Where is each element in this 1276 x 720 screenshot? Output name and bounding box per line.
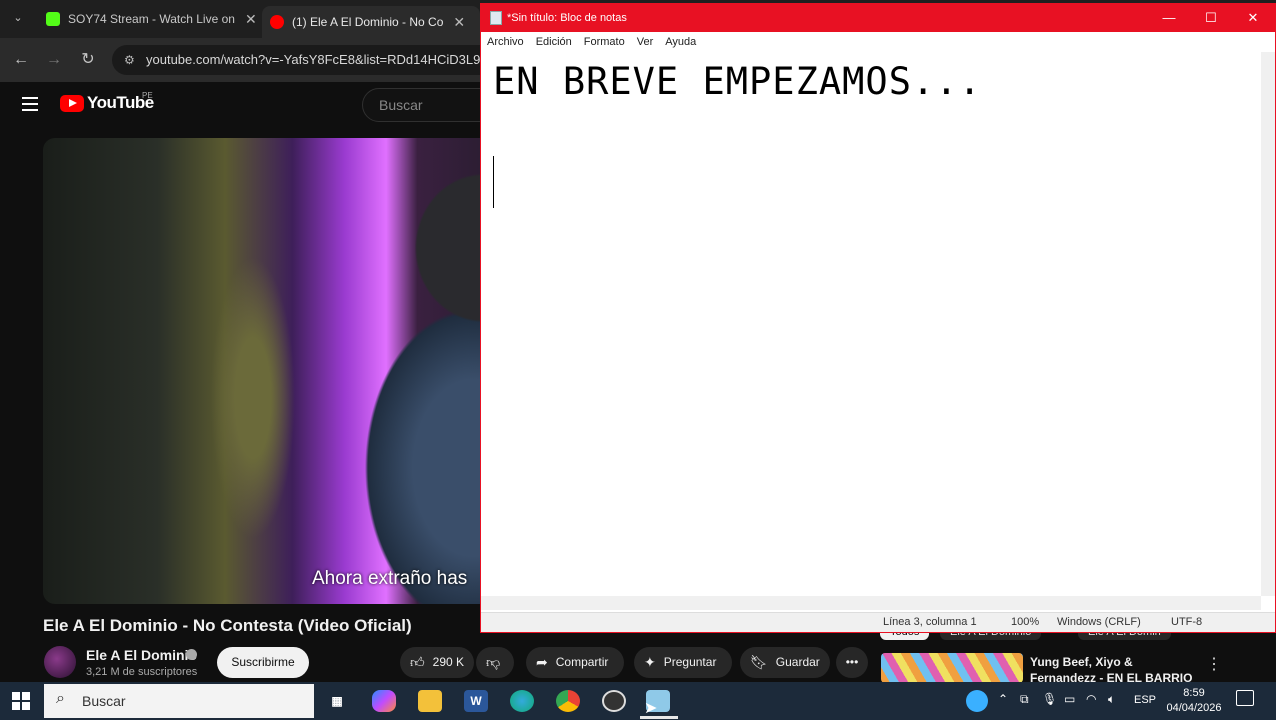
- ask-button[interactable]: ✦ Preguntar: [634, 647, 732, 678]
- youtube-region-code: PE: [142, 91, 153, 100]
- notepad-content: EN BREVE EMPEZAMOS...: [493, 60, 982, 103]
- subscribe-button[interactable]: Suscribirme: [217, 647, 309, 678]
- site-info-icon[interactable]: ⚙: [124, 45, 135, 75]
- language-indicator[interactable]: ESP: [1134, 694, 1156, 706]
- notepad-window: *Sin título: Bloc de notas — ☐ ✕ Archivo…: [480, 3, 1276, 633]
- kick-favicon-icon: [46, 12, 60, 26]
- task-view-icon[interactable]: ▦: [325, 690, 349, 712]
- tab-youtube-label: (1) Ele A El Dominio - No Co: [292, 15, 444, 29]
- microphone-icon[interactable]: 🎙︎: [1042, 692, 1057, 706]
- status-zoom: 100%: [1011, 616, 1040, 628]
- menu-edicion[interactable]: Edición: [536, 32, 572, 52]
- menu-ayuda[interactable]: Ayuda: [665, 32, 696, 52]
- more-dots-icon: •••: [845, 655, 859, 669]
- notifications-icon[interactable]: [1236, 690, 1254, 706]
- channel-name[interactable]: Ele A El Dominio: [86, 647, 197, 663]
- wifi-icon[interactable]: ◠: [1086, 692, 1096, 706]
- vertical-scrollbar[interactable]: [1261, 52, 1275, 596]
- tab-soy74[interactable]: SOY74 Stream - Watch Live on ✕: [38, 6, 258, 32]
- volume-icon[interactable]: 🔈︎: [1108, 692, 1115, 707]
- notepad-text-area[interactable]: [481, 52, 1261, 596]
- chevron-up-icon[interactable]: ⌃: [998, 692, 1008, 706]
- save-button[interactable]: 🔖︎ Guardar: [740, 647, 830, 678]
- address-text: youtube.com/watch?v=-YafsY8FcE8&list=RDd…: [146, 52, 481, 67]
- thumbs-down-icon: 👎︎: [486, 654, 501, 670]
- edge-icon[interactable]: [510, 690, 534, 712]
- mouse-cursor-icon: ➤: [644, 700, 658, 717]
- menu-archivo[interactable]: Archivo: [487, 32, 524, 52]
- tab-soy74-label: SOY74 Stream - Watch Live on: [68, 12, 235, 26]
- menu-ver[interactable]: Ver: [637, 32, 654, 52]
- taskbar-clock[interactable]: 8:59 04/04/2026: [1162, 686, 1226, 716]
- tab-search-chevron-icon[interactable]: ⌄: [8, 8, 28, 28]
- kebab-menu-icon[interactable]: ⋮: [1206, 654, 1222, 674]
- tab-youtube[interactable]: (1) Ele A El Dominio - No Co ✕: [262, 6, 480, 38]
- dislike-button[interactable]: 👎︎: [476, 647, 514, 678]
- menu-formato[interactable]: Formato: [584, 32, 625, 52]
- notepad-title-bar[interactable]: *Sin título: Bloc de notas — ☐ ✕: [481, 4, 1275, 32]
- clock-date: 04/04/2026: [1166, 702, 1222, 714]
- subscriber-count: 3,21 M de suscriptores: [86, 666, 198, 678]
- back-arrow-icon[interactable]: ←: [11, 50, 31, 70]
- reload-icon[interactable]: ↻: [78, 50, 98, 70]
- status-cursor-position: Línea 3, columna 1: [883, 616, 977, 628]
- close-tab-icon[interactable]: ✕: [453, 14, 465, 31]
- youtube-search-placeholder: Buscar: [379, 97, 423, 113]
- maximize-icon[interactable]: ☐: [1191, 8, 1231, 28]
- taskbar-search-input[interactable]: Buscar: [44, 684, 314, 718]
- address-bar[interactable]: ⚙ youtube.com/watch?v=-YafsY8FcE8&list=R…: [112, 45, 532, 75]
- notepad-app-icon: [490, 11, 502, 25]
- network-device-icon[interactable]: ⧉: [1020, 692, 1029, 707]
- close-tab-icon[interactable]: ✕: [245, 11, 257, 28]
- more-actions-button[interactable]: •••: [836, 647, 868, 678]
- obs-record-icon[interactable]: [602, 690, 626, 712]
- chrome-icon[interactable]: [556, 690, 580, 712]
- save-label: Guardar: [775, 655, 820, 669]
- share-button[interactable]: ➦ Compartir: [526, 647, 624, 678]
- horizontal-scrollbar[interactable]: [481, 596, 1261, 610]
- close-window-icon[interactable]: ✕: [1233, 8, 1273, 28]
- hamburger-menu-icon[interactable]: [22, 97, 38, 111]
- start-windows-icon[interactable]: [12, 692, 30, 710]
- file-explorer-icon[interactable]: [418, 690, 442, 712]
- taskbar-search-placeholder: Buscar: [82, 693, 126, 709]
- thumbs-up-icon: 👍︎: [410, 654, 425, 670]
- video-caption: Ahora extraño has: [312, 568, 468, 589]
- notepad-title: *Sin título: Bloc de notas: [507, 12, 627, 24]
- like-button[interactable]: 👍︎ 290 K: [400, 647, 474, 678]
- video-title: Ele A El Dominio - No Contesta (Video Of…: [43, 616, 412, 635]
- youtube-logo-icon[interactable]: [60, 95, 84, 112]
- status-line-endings: Windows (CRLF): [1057, 616, 1141, 628]
- share-label: Compartir: [555, 655, 609, 669]
- text-caret: [493, 156, 494, 208]
- youtube-favicon-icon: [270, 15, 284, 29]
- notepad-menu-bar: Archivo Edición Formato Ver Ayuda: [481, 32, 1275, 52]
- like-count: 290 K: [432, 655, 464, 669]
- share-arrow-icon: ➦: [536, 654, 548, 670]
- minimize-icon[interactable]: —: [1149, 8, 1189, 28]
- sparkle-icon: ✦: [644, 654, 656, 670]
- clock-time: 8:59: [1183, 687, 1205, 699]
- word-icon[interactable]: W: [464, 690, 488, 712]
- battery-icon[interactable]: ▭: [1064, 692, 1075, 706]
- ask-label: Preguntar: [663, 655, 717, 669]
- copilot-icon[interactable]: [372, 690, 396, 712]
- bookmark-icon: 🔖︎: [750, 654, 768, 670]
- verified-badge-icon: [186, 649, 197, 660]
- search-icon: ⌕: [56, 690, 65, 707]
- channel-avatar[interactable]: [44, 646, 76, 678]
- notepad-status-bar: Línea 3, columna 1 100% Windows (CRLF) U…: [481, 612, 1275, 632]
- status-encoding: UTF-8: [1171, 616, 1203, 628]
- forward-arrow-icon[interactable]: →: [44, 50, 64, 70]
- help-icon[interactable]: [966, 690, 988, 712]
- recommended-video-thumbnail[interactable]: [881, 653, 1023, 683]
